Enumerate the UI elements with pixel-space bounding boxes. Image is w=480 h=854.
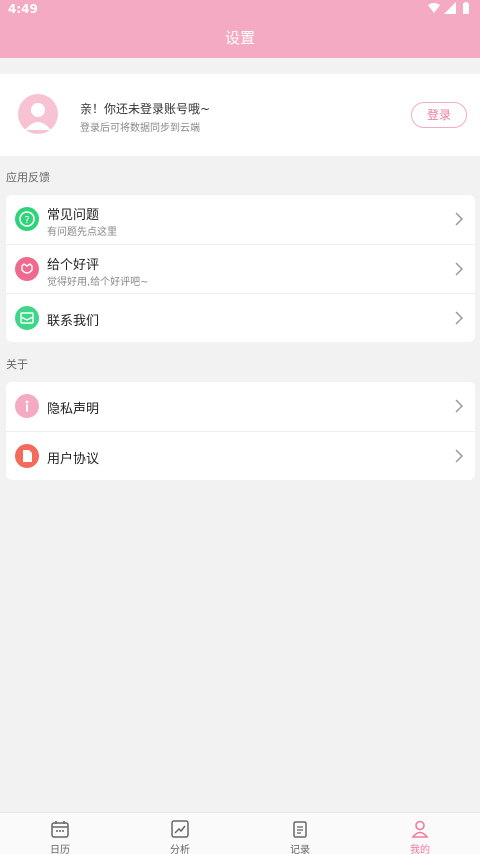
- mail-icon: [15, 306, 39, 330]
- tab-analysis[interactable]: 分析: [120, 813, 240, 854]
- chevron-right-icon: [455, 449, 463, 463]
- menu-item-title: 给个好评: [47, 258, 100, 273]
- menu-item-privacy[interactable]: 隐私声明: [6, 382, 475, 431]
- flower-icon: [15, 257, 39, 281]
- menu-item-contact[interactable]: 联系我们: [6, 293, 475, 342]
- menu-item-title: 隐私声明: [47, 402, 100, 417]
- tab-calendar[interactable]: 日历: [0, 813, 120, 854]
- bottom-navigation: 日历 分析 记录 我的: [0, 812, 480, 854]
- document-icon: [15, 444, 39, 468]
- profile-subtitle: 登录后可将数据同步到云端: [80, 123, 200, 134]
- info-icon: [15, 394, 39, 418]
- tab-label: 记录: [290, 845, 310, 854]
- chevron-right-icon: [455, 311, 463, 325]
- about-card: 隐私声明 用户协议: [6, 382, 475, 480]
- login-button[interactable]: 登录: [411, 102, 467, 128]
- tab-me[interactable]: 我的: [360, 813, 480, 854]
- app-header: 设置: [0, 18, 480, 58]
- notes-icon: [293, 821, 307, 838]
- menu-item-subtitle: 觉得好用,给个好评吧~: [47, 277, 149, 288]
- chart-icon: [171, 820, 189, 838]
- battery-icon: [463, 2, 469, 14]
- tab-label: 日历: [50, 845, 70, 854]
- profile-title: 亲！你还未登录账号哦~: [80, 102, 211, 116]
- chevron-right-icon: [455, 212, 463, 226]
- menu-item-faq[interactable]: ? 常见问题 有问题先点这里: [6, 195, 475, 244]
- signal-icon: [444, 2, 456, 14]
- question-icon: ?: [15, 207, 39, 231]
- chevron-right-icon: [455, 399, 463, 413]
- page-title: 设置: [224, 29, 255, 47]
- profile-card[interactable]: 亲！你还未登录账号哦~ 登录后可将数据同步到云端 登录: [0, 74, 480, 156]
- avatar[interactable]: [18, 94, 58, 134]
- calendar-icon: [51, 821, 69, 838]
- section-label-feedback: 应用反馈: [6, 171, 50, 184]
- status-time: 4:49: [8, 2, 38, 16]
- default-avatar-icon: [25, 103, 51, 130]
- tab-label: 分析: [170, 845, 190, 854]
- status-icons: [428, 2, 472, 14]
- wifi-icon: [428, 3, 440, 13]
- status-bar: 4:49: [0, 0, 480, 18]
- menu-item-subtitle: 有问题先点这里: [47, 227, 117, 238]
- section-label-about: 关于: [6, 358, 28, 371]
- menu-item-agreement[interactable]: 用户协议: [6, 431, 475, 480]
- tab-label: 我的: [410, 845, 430, 854]
- menu-item-title: 联系我们: [47, 314, 100, 329]
- user-icon: [411, 820, 429, 838]
- chevron-right-icon: [455, 262, 463, 276]
- feedback-card: ? 常见问题 有问题先点这里 给个好评 觉得好用,给个好评吧~ 联系我们: [6, 195, 475, 342]
- svg-text:?: ?: [24, 215, 29, 226]
- tab-records[interactable]: 记录: [240, 813, 360, 854]
- menu-item-rate[interactable]: 给个好评 觉得好用,给个好评吧~: [6, 244, 475, 293]
- menu-item-title: 常见问题: [47, 208, 100, 223]
- header-spacer: [0, 58, 480, 74]
- menu-item-title: 用户协议: [47, 452, 100, 467]
